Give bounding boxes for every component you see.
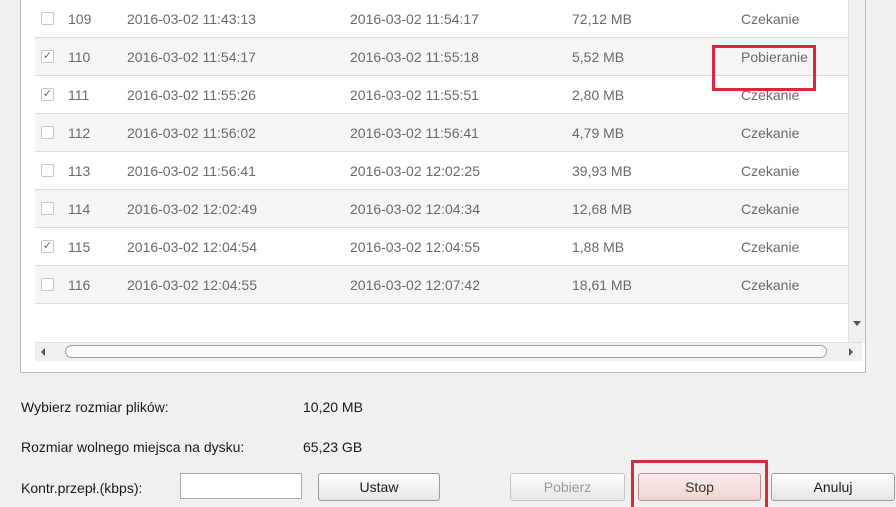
table-row[interactable]: ✓ 110 2016-03-02 11:54:17 2016-03-02 11:55:… [35, 38, 862, 76]
row-start-time: 2016-03-02 11:55:26 [127, 86, 256, 103]
row-status: Czekanie [741, 238, 800, 255]
row-status: Czekanie [741, 86, 800, 103]
row-status: Czekanie [741, 200, 800, 217]
bandwidth-label: Kontr.przepł.(kbps): [21, 480, 143, 496]
stop-button[interactable]: Stop [638, 473, 761, 501]
horizontal-scrollbar[interactable] [35, 342, 862, 361]
row-size: 2,80 MB [572, 86, 625, 103]
row-start-time: 2016-03-02 12:02:49 [127, 200, 257, 217]
selected-size-label: Wybierz rozmiar plików: [21, 399, 169, 415]
table-row[interactable]: 116 2016-03-02 12:04:55 2016-03-02 12:07:4… [35, 266, 862, 304]
row-end-time: 2016-03-02 11:55:18 [350, 48, 479, 65]
file-list: 109 2016-03-02 11:43:13 2016-03-02 11:54:1… [35, 0, 862, 343]
row-checkbox[interactable] [41, 164, 54, 177]
row-checkbox[interactable]: ✓ [41, 88, 54, 101]
row-checkbox[interactable] [41, 12, 54, 25]
row-id: 116 [68, 276, 91, 293]
table-row[interactable]: ✓ 111 2016-03-02 11:55:26 2016-03-02 11:55:… [35, 76, 862, 114]
row-end-time: 2016-03-02 12:07:42 [350, 276, 480, 293]
file-list-panel: 109 2016-03-02 11:43:13 2016-03-02 11:54:1… [20, 0, 866, 373]
row-start-time: 2016-03-02 11:56:02 [127, 124, 256, 141]
row-end-time: 2016-03-02 11:56:41 [350, 124, 479, 141]
row-checkbox[interactable] [41, 278, 54, 291]
row-status: Czekanie [741, 276, 800, 293]
row-id: 113 [68, 162, 91, 179]
row-id: 112 [68, 124, 91, 141]
row-start-time: 2016-03-02 11:43:13 [127, 10, 256, 27]
row-status: Pobieranie [741, 48, 808, 65]
row-start-time: 2016-03-02 12:04:54 [127, 238, 257, 255]
row-status: Czekanie [741, 10, 800, 27]
row-end-time: 2016-03-02 11:55:51 [350, 86, 479, 103]
row-size: 5,52 MB [572, 48, 625, 65]
row-start-time: 2016-03-02 11:54:17 [127, 48, 256, 65]
scroll-right-icon[interactable] [849, 348, 853, 356]
row-id: 115 [68, 238, 91, 255]
row-start-time: 2016-03-02 12:04:55 [127, 276, 257, 293]
row-id: 110 [68, 48, 91, 65]
download-button[interactable]: Pobierz [510, 473, 625, 501]
set-button[interactable]: Ustaw [318, 473, 440, 501]
row-checkbox[interactable]: ✓ [41, 50, 54, 63]
scroll-down-icon[interactable] [853, 321, 861, 326]
scroll-left-icon[interactable] [41, 348, 45, 356]
table-row[interactable]: ✓ 115 2016-03-02 12:04:54 2016-03-02 12:04:… [35, 228, 862, 266]
row-end-time: 2016-03-02 11:54:17 [350, 10, 479, 27]
row-end-time: 2016-03-02 12:04:55 [350, 238, 480, 255]
row-id: 109 [68, 10, 92, 27]
row-id: 114 [68, 200, 91, 217]
free-space-value: 65,23 GB [303, 439, 363, 455]
selected-size-value: 10,20 MB [303, 399, 363, 415]
free-space-label: Rozmiar wolnego miejsca na dysku: [21, 439, 245, 455]
vertical-scrollbar[interactable] [848, 0, 865, 343]
table-row[interactable]: 114 2016-03-02 12:02:49 2016-03-02 12:04:3… [35, 190, 862, 228]
row-checkbox[interactable]: ✓ [41, 240, 54, 253]
row-end-time: 2016-03-02 12:04:34 [350, 200, 480, 217]
row-size: 1,88 MB [572, 238, 625, 255]
row-end-time: 2016-03-02 12:02:25 [350, 162, 480, 179]
table-row[interactable]: 113 2016-03-02 11:56:41 2016-03-02 12:02:2… [35, 152, 862, 190]
row-size: 72,12 MB [572, 10, 632, 27]
cancel-button[interactable]: Anuluj [771, 473, 895, 501]
row-size: 18,61 MB [572, 276, 632, 293]
table-row[interactable]: 109 2016-03-02 11:43:13 2016-03-02 11:54:1… [35, 0, 862, 38]
row-status: Czekanie [741, 162, 800, 179]
row-start-time: 2016-03-02 11:56:41 [127, 162, 256, 179]
scrollbar-thumb[interactable] [65, 345, 827, 358]
row-size: 39,93 MB [572, 162, 632, 179]
row-checkbox[interactable] [41, 202, 54, 215]
row-checkbox[interactable] [41, 126, 54, 139]
table-row[interactable]: 112 2016-03-02 11:56:02 2016-03-02 11:56:4… [35, 114, 862, 152]
row-status: Czekanie [741, 124, 800, 141]
row-size: 12,68 MB [572, 200, 632, 217]
row-id: 111 [68, 86, 90, 103]
row-size: 4,79 MB [572, 124, 625, 141]
bandwidth-input[interactable] [180, 473, 302, 499]
